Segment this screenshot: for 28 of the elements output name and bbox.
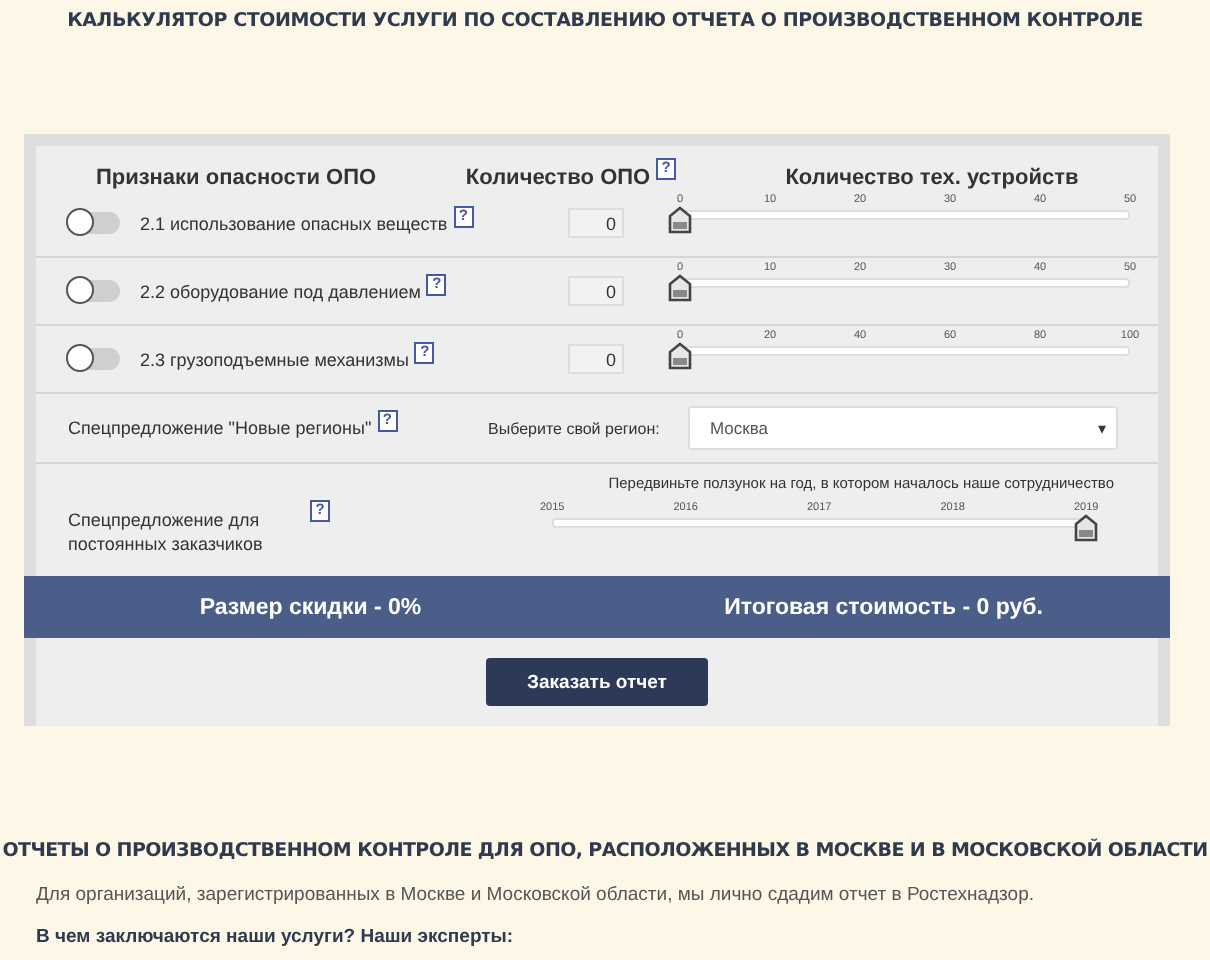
- slider-thumb[interactable]: [668, 205, 692, 233]
- slider-thumb[interactable]: [668, 273, 692, 301]
- column-header: Количество тех. устройств: [785, 166, 1079, 190]
- section-heading: ОТЧЕТЫ О ПРОИЗВОДСТВЕННОМ КОНТРОЛЕ ДЛЯ ОПО, РАСПОЛОЖЕННЫХ В МОСКВЕ И В МОСКОВСКОЙ ОБЛАСТИ: [0, 840, 1210, 862]
- paragraph: Для организаций, зарегистрированных в Москве и Московской области, мы лично сдадим отчет в Ростехнадзор.: [36, 884, 1036, 906]
- offer-label: Спецпредложение для постоянных заказчиков: [68, 508, 265, 556]
- count-field[interactable]: 0: [568, 276, 624, 306]
- hazard-label: 2.1 использование опасных веществ: [140, 213, 448, 233]
- slider-thumb[interactable]: [1074, 514, 1098, 542]
- hazard-label: 2.3 грузоподъемные механизмы: [140, 349, 409, 369]
- discount-text: Размер скидки - 0%: [197, 595, 424, 619]
- toggle-switch[interactable]: [68, 212, 120, 234]
- caret-icon: ▾: [1098, 419, 1106, 437]
- page-title: КАЛЬКУЛЯТОР СТОИМОСТИ УСЛУГИ ПО СОСТАВЛЕНИЮ ОТЧЕТА О ПРОИЗВОДСТВЕННОМ КОНТРОЛЕ: [65, 8, 1145, 36]
- region-label: Выберите свой регион:: [488, 419, 662, 437]
- question-text: В чем заключаются наши услуги? Наши эксперты:: [36, 926, 516, 948]
- toggle-switch[interactable]: [68, 280, 120, 302]
- count-field[interactable]: 0: [568, 208, 624, 238]
- order-button[interactable]: Заказать отчет: [486, 658, 708, 706]
- toggle-switch[interactable]: [68, 348, 120, 370]
- column-header: Признаки опасности ОПО: [95, 166, 377, 190]
- offer-label: Спецпредложение "Новые регионы": [68, 418, 372, 438]
- column-header: Количество ОПО: [465, 166, 651, 190]
- count-field[interactable]: 0: [568, 344, 624, 374]
- region-select[interactable]: Москва ▾: [688, 406, 1118, 450]
- hazard-label: 2.2 оборудование под давлением: [140, 281, 421, 301]
- slider-thumb[interactable]: [668, 341, 692, 369]
- total-text: Итоговая стоимость - 0 руб.: [722, 595, 1045, 619]
